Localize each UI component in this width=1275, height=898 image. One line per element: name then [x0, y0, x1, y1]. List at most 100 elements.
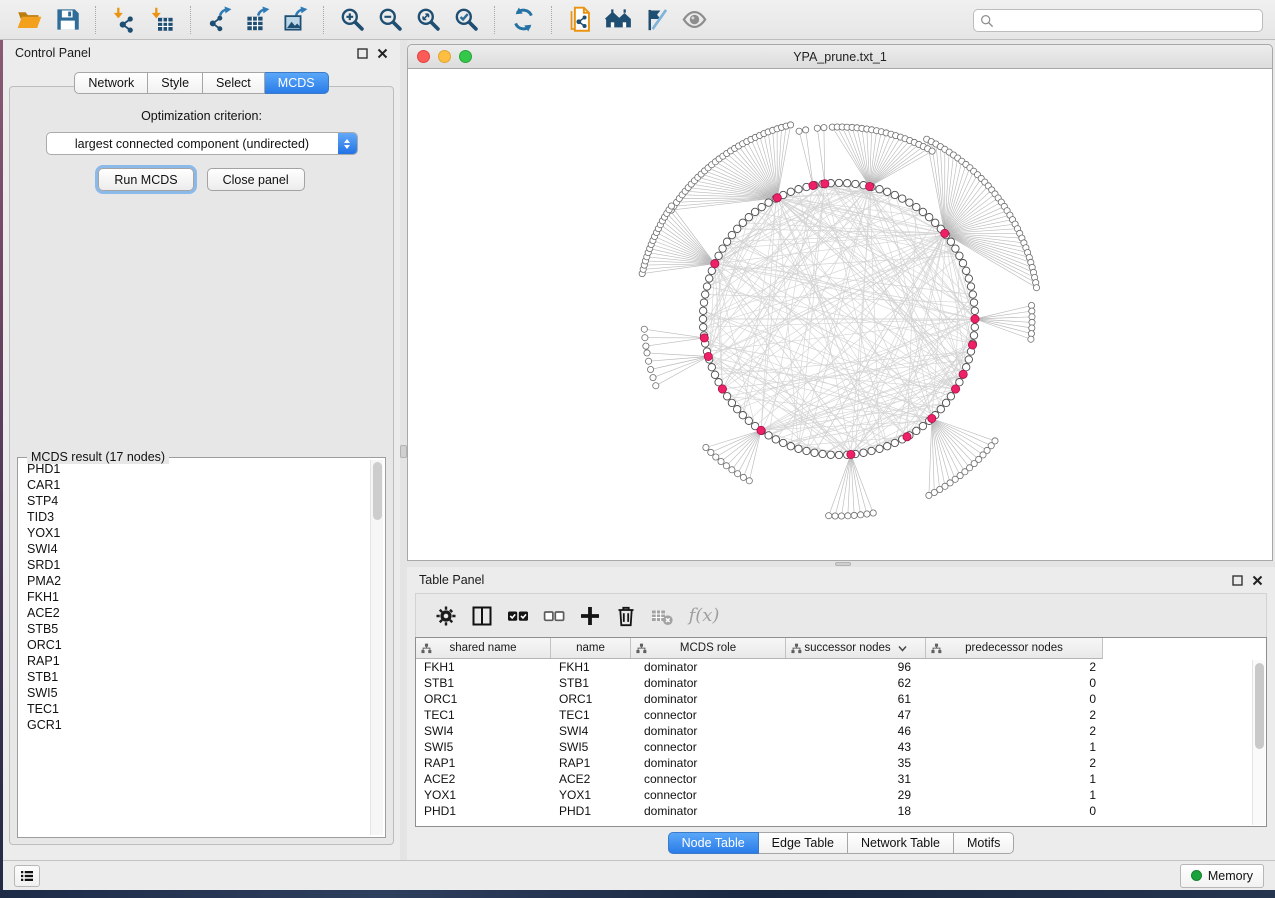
panel-menu-button[interactable]	[14, 865, 40, 887]
delete-button[interactable]	[608, 598, 644, 634]
column-header-name[interactable]: name	[551, 638, 631, 658]
table-row[interactable]: ACE2ACE2connector311	[416, 771, 1266, 787]
tab-edge-table[interactable]: Edge Table	[759, 832, 848, 854]
close-panel-icon[interactable]	[1252, 575, 1263, 586]
column-header-shared-name[interactable]: shared name	[416, 638, 551, 658]
zoom-selected-button[interactable]	[447, 3, 485, 37]
columns-button[interactable]	[464, 598, 500, 634]
column-header-successor-nodes[interactable]: successor nodes	[786, 638, 926, 658]
list-menu-icon	[19, 868, 35, 884]
tab-network[interactable]: Network	[74, 72, 148, 94]
tab-network-table[interactable]: Network Table	[848, 832, 954, 854]
mcds-result-list[interactable]: PHD1CAR1STP4TID3YOX1SWI4SRD1PMA2FKH1ACE2…	[21, 461, 369, 834]
mcds-node-item[interactable]: STP4	[21, 493, 369, 509]
zoom-out-button[interactable]	[371, 3, 409, 37]
table-scrollbar[interactable]	[1252, 660, 1265, 825]
refresh-layout-button[interactable]	[504, 3, 542, 37]
mcds-node-item[interactable]: GCR1	[21, 717, 369, 733]
zoom-in-button[interactable]	[333, 3, 371, 37]
table-row[interactable]: FKH1FKH1dominator962	[416, 659, 1266, 675]
column-header-predecessor-nodes[interactable]: predecessor nodes	[926, 638, 1103, 658]
mcds-node-item[interactable]: YOX1	[21, 525, 369, 541]
mcds-node-item[interactable]: PHD1	[21, 461, 369, 477]
network-graph[interactable]	[408, 69, 1273, 561]
control-panel-header: Control Panel	[3, 40, 400, 66]
gear-button[interactable]	[428, 598, 464, 634]
mcds-node-item[interactable]: STB1	[21, 669, 369, 685]
memory-label: Memory	[1208, 869, 1253, 883]
mcds-node-item[interactable]: TEC1	[21, 701, 369, 717]
clear-selection-button[interactable]	[536, 598, 572, 634]
column-header-MCDS-role[interactable]: MCDS role	[631, 638, 786, 658]
vertical-splitter[interactable]	[400, 40, 407, 860]
table-row[interactable]: TEC1TEC1connector472	[416, 707, 1266, 723]
toolbar-separator	[95, 6, 96, 34]
eye-button[interactable]	[675, 3, 713, 37]
float-panel-icon[interactable]	[1232, 575, 1243, 586]
zoom-in-icon	[339, 6, 366, 33]
network-window-titlebar[interactable]: YPA_prune.txt_1	[407, 44, 1273, 69]
mcds-node-item[interactable]: FKH1	[21, 589, 369, 605]
export-table-button[interactable]	[238, 3, 276, 37]
zoom-fit-button[interactable]	[409, 3, 447, 37]
splitter-grip[interactable]	[835, 562, 851, 566]
houses-button[interactable]	[599, 3, 637, 37]
table-row[interactable]: SWI4SWI4dominator462	[416, 723, 1266, 739]
run-mcds-button[interactable]: Run MCDS	[98, 168, 193, 191]
tab-node-table[interactable]: Node Table	[668, 832, 759, 854]
table-row[interactable]: STB1STB1dominator620	[416, 675, 1266, 691]
cell-shared-name: TEC1	[416, 708, 551, 722]
table-row[interactable]: ORC1ORC1dominator610	[416, 691, 1266, 707]
search-input[interactable]	[999, 14, 1256, 28]
table-panel: Table Panel f(x) shared namenameMCDS rol…	[407, 567, 1275, 860]
mcds-list-scrollbar[interactable]	[370, 460, 383, 835]
add-button[interactable]	[572, 598, 608, 634]
mcds-node-item[interactable]: ORC1	[21, 637, 369, 653]
cell-MCDS-role: dominator	[631, 756, 786, 770]
cell-successor-nodes: 96	[786, 660, 926, 674]
mcds-node-item[interactable]: ACE2	[21, 605, 369, 621]
save-button[interactable]	[48, 3, 86, 37]
cell-MCDS-role: connector	[631, 708, 786, 722]
mcds-node-item[interactable]: SWI5	[21, 685, 369, 701]
table-row[interactable]: SWI5SWI5connector431	[416, 739, 1266, 755]
cell-predecessor-nodes: 0	[926, 676, 1103, 690]
close-panel-icon[interactable]	[377, 48, 388, 59]
cell-name: TEC1	[551, 708, 631, 722]
table-row[interactable]: RAP1RAP1dominator352	[416, 755, 1266, 771]
search-box[interactable]	[973, 9, 1263, 32]
scrollbar-thumb[interactable]	[1255, 663, 1264, 749]
share-document-button[interactable]	[561, 3, 599, 37]
mcds-node-item[interactable]: RAP1	[21, 653, 369, 669]
mcds-node-item[interactable]: CAR1	[21, 477, 369, 493]
mcds-node-item[interactable]: SRD1	[21, 557, 369, 573]
table-row[interactable]: PHD1PHD1dominator180	[416, 803, 1266, 819]
delete-table-button[interactable]	[644, 598, 680, 634]
close-panel-button[interactable]: Close panel	[207, 168, 305, 191]
status-bar: Memory	[3, 860, 1275, 890]
mcds-node-item[interactable]: PMA2	[21, 573, 369, 589]
scrollbar-thumb[interactable]	[373, 462, 382, 520]
flag-slash-button[interactable]	[637, 3, 675, 37]
tab-select[interactable]: Select	[203, 72, 265, 94]
tab-motifs[interactable]: Motifs	[954, 832, 1014, 854]
mcds-node-item[interactable]: SWI4	[21, 541, 369, 557]
memory-button[interactable]: Memory	[1180, 864, 1264, 888]
mcds-node-item[interactable]: STB5	[21, 621, 369, 637]
criterion-select[interactable]: largest connected component (undirected)	[46, 132, 358, 155]
import-network-button[interactable]	[105, 3, 143, 37]
splitter-grip[interactable]	[400, 445, 407, 458]
network-canvas[interactable]	[407, 69, 1273, 561]
export-network-button[interactable]	[200, 3, 238, 37]
export-image-button[interactable]	[276, 3, 314, 37]
select-all-button[interactable]	[500, 598, 536, 634]
cell-shared-name: YOX1	[416, 788, 551, 802]
mcds-node-item[interactable]: TID3	[21, 509, 369, 525]
import-table-button[interactable]	[143, 3, 181, 37]
tab-style[interactable]: Style	[148, 72, 203, 94]
float-panel-icon[interactable]	[357, 48, 368, 59]
table-row[interactable]: YOX1YOX1connector291	[416, 787, 1266, 803]
open-button[interactable]	[10, 3, 48, 37]
tab-mcds[interactable]: MCDS	[265, 72, 329, 94]
function-button[interactable]: f(x)	[680, 598, 724, 634]
